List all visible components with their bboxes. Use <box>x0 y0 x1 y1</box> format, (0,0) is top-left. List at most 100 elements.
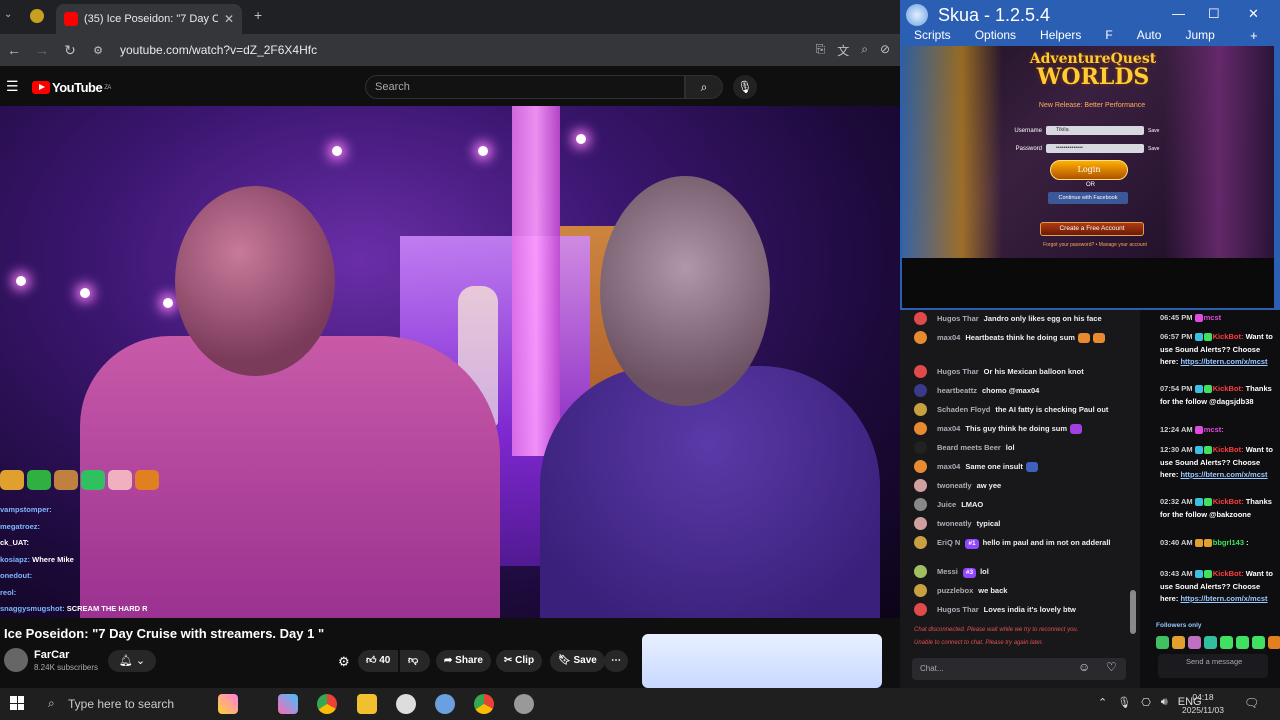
channel-avatar[interactable] <box>4 648 28 672</box>
create-account-button[interactable]: Create a Free Account <box>1040 222 1144 236</box>
more-actions-button[interactable]: ⋯ <box>604 650 628 672</box>
menu-auto[interactable]: Auto <box>1137 28 1162 42</box>
tab-menu-icon[interactable]: ⌄ <box>4 9 12 20</box>
ceiling-light <box>576 134 586 144</box>
facebook-login-button[interactable]: Continue with Facebook <box>1048 192 1128 204</box>
youtube-logo[interactable]: YouTube ZA <box>32 80 111 95</box>
close-window-icon[interactable]: ✕ <box>1248 6 1259 22</box>
emote-icon[interactable] <box>1252 636 1265 649</box>
clock[interactable]: 04:18 2025/11/03 <box>1180 691 1226 717</box>
share-icon: ➦ <box>444 655 453 666</box>
like-button[interactable]: 👍︎ 40 <box>358 650 398 672</box>
new-tab-icon[interactable]: + <box>254 7 262 23</box>
search-input[interactable]: Search <box>365 75 685 99</box>
hamburger-menu-icon[interactable]: ☰ <box>6 78 19 95</box>
translate-icon[interactable]: 文 <box>837 42 849 59</box>
username-label: Username <box>1014 127 1042 134</box>
emote-icon[interactable] <box>1156 636 1169 649</box>
install-icon[interactable]: ⎘ <box>816 42 826 59</box>
sound-alerts-link[interactable]: https://btern.com/x/mcst <box>1180 594 1267 603</box>
overlay-chat-line: onedout: <box>0 571 33 580</box>
minimize-icon[interactable]: — <box>1172 6 1185 21</box>
channel-name[interactable]: FarCar <box>34 649 69 661</box>
maximize-icon[interactable]: ☐ <box>1208 6 1220 22</box>
menu-options[interactable]: Options <box>975 28 1016 42</box>
chat-input[interactable]: Chat... <box>912 658 1126 680</box>
share-button[interactable]: ➦ Share <box>436 650 491 672</box>
video-player[interactable]: vampstomper: megatroez: ck_UAT: kosiapz:… <box>0 106 900 618</box>
menu-scripts[interactable]: Scripts <box>914 28 951 42</box>
sound-alerts-link[interactable]: https://btern.com/x/mcst <box>1180 357 1267 366</box>
sparkle-icon[interactable] <box>218 694 238 714</box>
game-logo-line2: WORLDS <box>1036 64 1150 90</box>
save-password-checkbox[interactable]: Save <box>1148 146 1159 152</box>
thumbs-down-icon: 👎︎ <box>408 655 419 666</box>
notification-bell-button[interactable]: 🔔︎ ⌄ <box>108 650 156 672</box>
chrome-icon[interactable] <box>317 694 337 714</box>
site-info-icon[interactable]: ⚙ <box>84 44 112 57</box>
settings-icon[interactable]: ⚙ <box>338 654 350 670</box>
woman-hair <box>600 176 770 406</box>
chat-status-unable: Unable to connect to chat. Please try ag… <box>914 640 1044 646</box>
youtube-play-icon <box>32 81 50 94</box>
mini-player-ad[interactable] <box>642 634 882 688</box>
steam-icon[interactable] <box>396 694 416 714</box>
share-label: Share <box>455 655 483 666</box>
woman-body <box>540 366 880 618</box>
speaker-icon[interactable]: 🔊︎ <box>1161 696 1168 709</box>
username-field[interactable]: Tikila <box>1046 126 1144 135</box>
tab-youtube[interactable]: (35) Ice Poseidon: "7 Day Cruise ✕ <box>56 4 242 34</box>
mic-icon[interactable]: 🎙︎ <box>1117 696 1131 709</box>
notification-center-icon[interactable]: 🗨︎ <box>1244 696 1259 710</box>
emote-icon[interactable] <box>1236 636 1249 649</box>
clip-button[interactable]: ✂ Clip <box>496 650 543 672</box>
emote-icon[interactable] <box>1172 636 1185 649</box>
back-icon[interactable]: ← <box>0 42 28 58</box>
password-field[interactable]: •••••••••••••• <box>1046 144 1144 153</box>
search-button[interactable]: ⌕ <box>685 75 723 99</box>
reload-icon[interactable]: ↻ <box>56 42 84 59</box>
save-username-checkbox[interactable]: Save <box>1148 128 1159 134</box>
close-tab-icon[interactable]: ✕ <box>224 12 234 26</box>
heart-icon[interactable]: ♡ <box>1106 660 1117 674</box>
menu-jump[interactable]: Jump <box>1185 28 1214 42</box>
emote-icon[interactable] <box>1220 636 1233 649</box>
send-message-input[interactable]: Send a message <box>1158 654 1268 678</box>
overlay-chat-line: megatroez: <box>0 521 41 531</box>
menu-f[interactable]: F <box>1105 28 1112 42</box>
chat-message: max04 Heartbeats think he doing sum <box>914 331 1134 344</box>
emote-icon[interactable] <box>1268 636 1280 649</box>
hero-artwork <box>902 46 1002 258</box>
add-icon[interactable]: + <box>1250 28 1258 43</box>
app-icon[interactable] <box>514 694 534 714</box>
emoji-picker-icon[interactable]: ☺ <box>1078 660 1090 674</box>
skua-app-icon[interactable] <box>435 694 455 714</box>
pinned-tab-icon[interactable] <box>30 9 44 23</box>
search-icon: ⌕ <box>700 80 708 94</box>
account-links[interactable]: Forgot your password? • Manage your acco… <box>1030 242 1160 248</box>
chevron-up-icon[interactable]: ⌃ <box>1098 696 1107 709</box>
photos-icon[interactable] <box>278 694 298 714</box>
zoom-icon[interactable]: ⌕ <box>861 42 868 59</box>
followers-only-indicator: Followers only <box>1156 622 1202 629</box>
emote-icon[interactable] <box>1188 636 1201 649</box>
save-button[interactable]: 🔖︎ Save <box>550 650 605 672</box>
emote-icon[interactable] <box>1204 636 1217 649</box>
url-field[interactable]: youtube.com/watch?v=dZ_2F6X4Hfc <box>120 43 317 57</box>
menu-helpers[interactable]: Helpers <box>1040 28 1081 42</box>
chat-scrollbar[interactable] <box>1130 590 1136 634</box>
emote-icon <box>27 470 51 490</box>
network-icon[interactable]: ⎔ <box>1141 696 1151 709</box>
forward-icon[interactable]: → <box>28 42 56 58</box>
avatar <box>914 498 927 511</box>
dislike-button[interactable]: 👎︎ <box>400 650 430 672</box>
eye-off-icon[interactable]: ⊘ <box>880 42 890 59</box>
stream-chat-message: 12:30 AM KickBot: Want to use Sound Aler… <box>1160 445 1273 479</box>
login-button[interactable]: Login <box>1050 160 1128 180</box>
windows-start-icon[interactable] <box>10 696 24 710</box>
sound-alerts-link[interactable]: https://btern.com/x/mcst <box>1180 470 1267 479</box>
chrome-active-icon[interactable] <box>474 694 494 714</box>
game-viewport[interactable]: AdventureQuest WORLDS New Release: Bette… <box>902 46 1274 258</box>
file-explorer-icon[interactable] <box>357 694 377 714</box>
voice-search-button[interactable]: 🎙 <box>733 75 757 99</box>
